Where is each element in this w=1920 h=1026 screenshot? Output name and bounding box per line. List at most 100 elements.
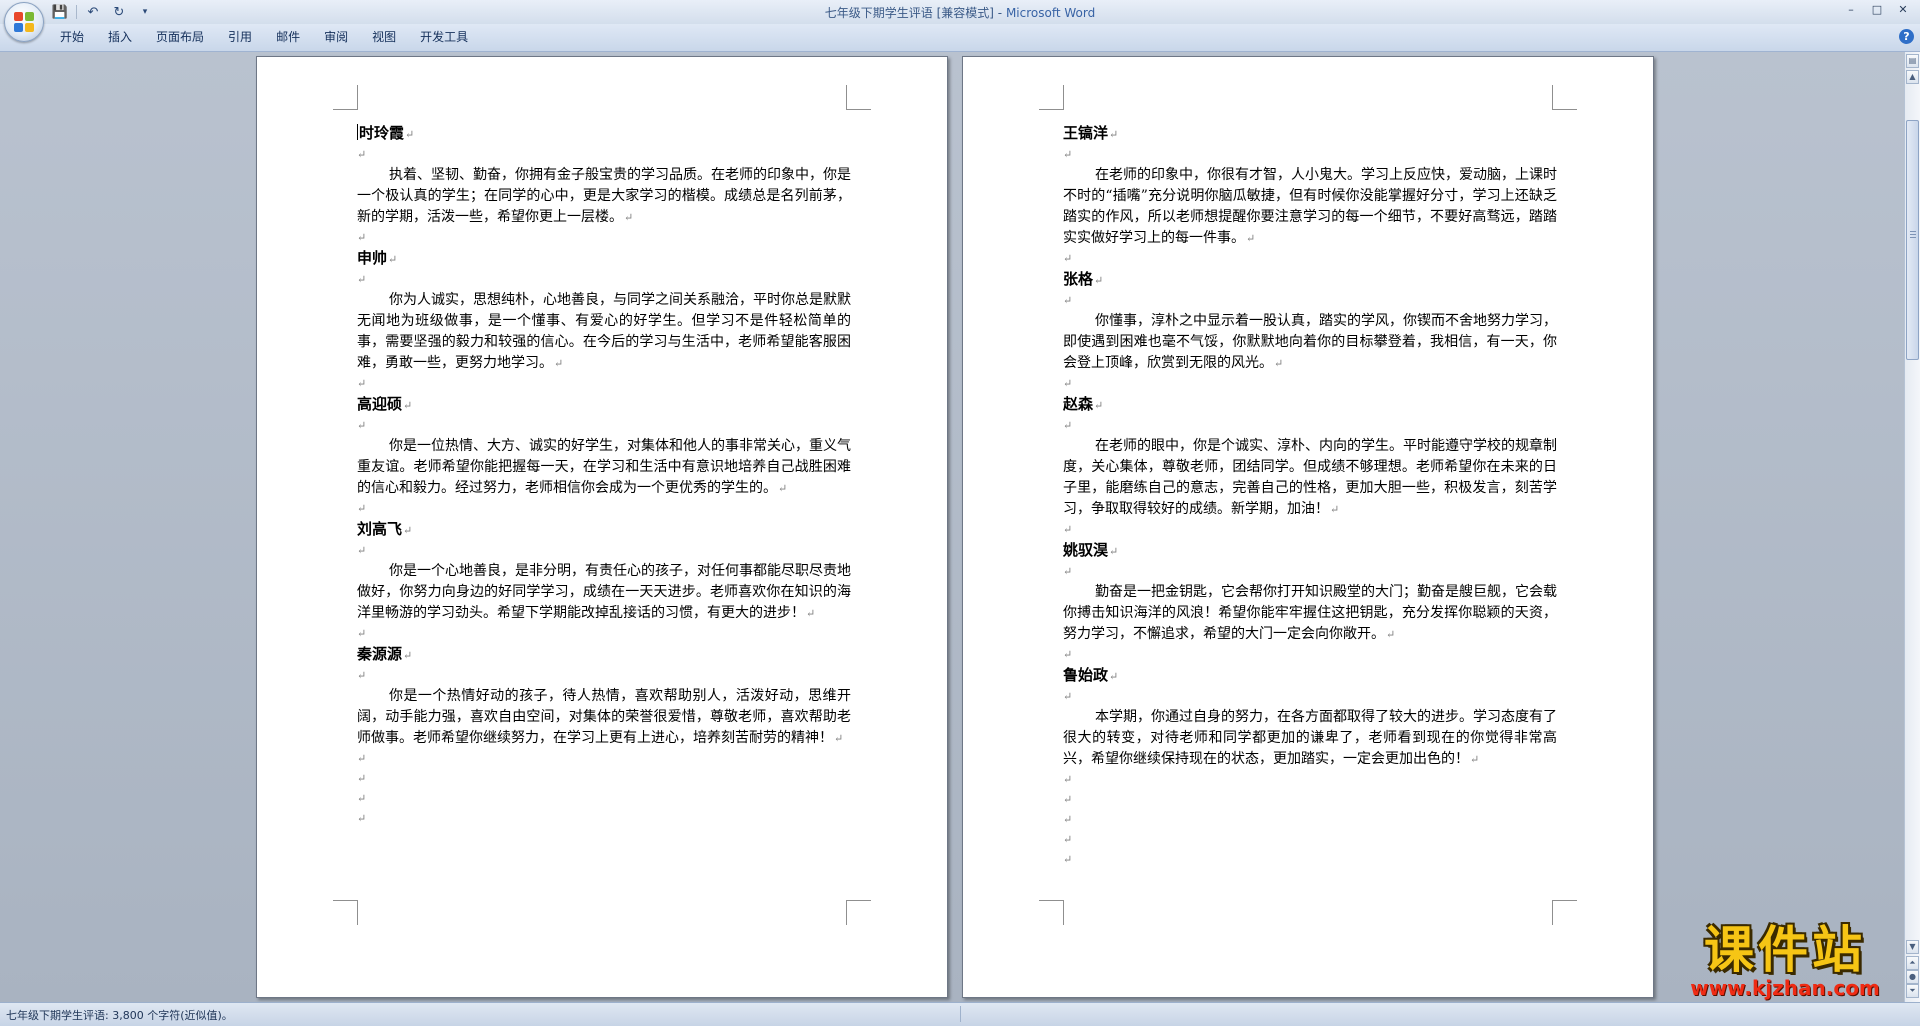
tab-view[interactable]: 视图: [360, 24, 408, 51]
blank-line: ↵: [357, 502, 367, 515]
comment-text: 在老师的眼中，你是个诚实、淳朴、内向的学生。平时能遵守学校的规章制度，关心集体，…: [1063, 438, 1557, 517]
paragraph-mark: ↵: [403, 649, 413, 662]
student-name: 张格↵: [1063, 269, 1557, 291]
crop-mark: [1039, 900, 1064, 925]
comment-paragraph: 你懂事，淳朴之中显示着一股认真，踏实的学风，你锲而不舍地努力学习，即使遇到困难也…: [1063, 311, 1557, 374]
crop-mark: [846, 85, 871, 110]
window-title: 七年级下期学生评语 [兼容模式] - Microsoft Word: [0, 4, 1920, 21]
text-cursor: [357, 124, 358, 140]
comment-text: 你是一位热情、大方、诚实的好学生，对集体和他人的事非常关心，重义气重友谊。老师希…: [357, 438, 851, 496]
student-name-text: 秦源源: [357, 645, 403, 663]
paragraph-mark: ↵: [1386, 628, 1396, 641]
title-separator: -: [993, 6, 1006, 20]
student-name: 赵森↵: [1063, 394, 1557, 416]
document-title: 七年级下期学生评语 [兼容模式]: [824, 6, 994, 20]
blank-line: ↵: [1063, 565, 1073, 578]
minimize-button[interactable]: –: [1838, 0, 1864, 18]
page-text-area[interactable]: 王镐洋↵ ↵ 在老师的印象中，你很有才智，人小鬼大。学习上反应快，爱动脑，上课时…: [1063, 123, 1557, 870]
window-controls: – □ ✕: [1838, 0, 1916, 18]
close-button[interactable]: ✕: [1890, 0, 1916, 18]
paragraph-mark: ↵: [403, 399, 413, 412]
vertical-scrollbar[interactable]: ▤ ▲ ▼ ⏶ ● ⏷: [1904, 52, 1920, 1002]
comment-text: 本学期，你通过自身的努力，在各方面都取得了较大的进步。学习态度有了很大的转变，对…: [1063, 709, 1557, 767]
blank-line: ↵: [357, 231, 367, 244]
blank-line: ↵: [1063, 419, 1073, 432]
blank-line: ↵: [1063, 523, 1073, 536]
paragraph-mark: ↵: [1274, 357, 1284, 370]
document-page-2[interactable]: 王镐洋↵ ↵ 在老师的印象中，你很有才智，人小鬼大。学习上反应快，爱动脑，上课时…: [962, 56, 1654, 998]
student-name: 申帅↵: [357, 248, 851, 270]
office-button[interactable]: [4, 2, 44, 42]
document-workspace: 时玲霞↵ ↵ 执着、坚韧、勤奋，你拥有金子般宝贵的学习品质。在老师的印象中，你是…: [0, 52, 1905, 1002]
comment-text: 在老师的印象中，你很有才智，人小鬼大。学习上反应快，爱动脑，上课时不时的“插嘴”…: [1063, 167, 1557, 246]
comment-paragraph: 你是一个热情好动的孩子，待人热情，喜欢帮助别人，活泼好动，思维开阔，动手能力强，…: [357, 686, 851, 749]
student-name-text: 申帅: [357, 249, 388, 267]
tab-home[interactable]: 开始: [48, 24, 96, 51]
scroll-up-icon[interactable]: ▲: [1906, 70, 1919, 84]
select-browse-object-icon[interactable]: ●: [1906, 970, 1919, 984]
student-name: 高迎硕↵: [357, 394, 851, 416]
paragraph-mark: ↵: [1109, 670, 1119, 683]
student-name-text: 刘高飞: [357, 520, 403, 538]
document-page-1[interactable]: 时玲霞↵ ↵ 执着、坚韧、勤奋，你拥有金子般宝贵的学习品质。在老师的印象中，你是…: [256, 56, 948, 998]
previous-page-icon[interactable]: ⏶: [1906, 956, 1919, 970]
blank-line: ↵: [1063, 690, 1073, 703]
ribbon-tab-bar: 开始 插入 页面布局 引用 邮件 审阅 视图 开发工具 ?: [0, 24, 1920, 52]
blank-line: ↵: [357, 627, 367, 640]
tab-references[interactable]: 引用: [216, 24, 264, 51]
comment-paragraph: 执着、坚韧、勤奋，你拥有金子般宝贵的学习品质。在老师的印象中，你是一个极认真的学…: [357, 165, 851, 228]
crop-mark: [333, 900, 358, 925]
blank-line: ↵: [357, 812, 367, 825]
office-logo-icon: [14, 12, 34, 32]
comment-text: 你懂事，淳朴之中显示着一股认真，踏实的学风，你锲而不舍地努力学习，即使遇到困难也…: [1063, 313, 1557, 371]
blank-line: ↵: [1063, 648, 1073, 661]
comment-text: 执着、坚韧、勤奋，你拥有金子般宝贵的学习品质。在老师的印象中，你是一个极认真的学…: [357, 167, 851, 225]
maximize-button[interactable]: □: [1864, 0, 1890, 18]
blank-line: ↵: [1063, 294, 1073, 307]
page-text-area[interactable]: 时玲霞↵ ↵ 执着、坚韧、勤奋，你拥有金子般宝贵的学习品质。在老师的印象中，你是…: [357, 123, 851, 829]
blank-line: ↵: [357, 752, 367, 765]
paragraph-mark: ↵: [1246, 232, 1256, 245]
student-name: 王镐洋↵: [1063, 123, 1557, 145]
blank-line: ↵: [357, 273, 367, 286]
tab-insert[interactable]: 插入: [96, 24, 144, 51]
comment-paragraph: 本学期，你通过自身的努力，在各方面都取得了较大的进步。学习态度有了很大的转变，对…: [1063, 707, 1557, 770]
comment-paragraph: 你为人诚实，思想纯朴，心地善良，与同学之间关系融洽，平时你总是默默无闻地为班级做…: [357, 290, 851, 374]
comment-paragraph: 勤奋是一把金钥匙，它会帮你打开知识殿堂的大门；勤奋是艘巨舰，它会载你搏击知识海洋…: [1063, 582, 1557, 645]
blank-line: ↵: [1063, 773, 1073, 786]
blank-line: ↵: [357, 544, 367, 557]
comment-text: 你是一个热情好动的孩子，待人热情，喜欢帮助别人，活泼好动，思维开阔，动手能力强，…: [357, 688, 851, 746]
comment-text: 勤奋是一把金钥匙，它会帮你打开知识殿堂的大门；勤奋是艘巨舰，它会载你搏击知识海洋…: [1063, 584, 1557, 642]
paragraph-mark: ↵: [554, 357, 564, 370]
word-count-status[interactable]: 七年级下期学生评语: 3,800 个字符(近似值)。: [6, 1007, 233, 1023]
blank-line: ↵: [1063, 833, 1073, 846]
blank-line: ↵: [357, 772, 367, 785]
watermark-logo-text: 课件站: [1704, 921, 1866, 979]
paragraph-mark: ↵: [403, 524, 413, 537]
tab-page-layout[interactable]: 页面布局: [144, 24, 216, 51]
tab-review[interactable]: 审阅: [312, 24, 360, 51]
tab-mailings[interactable]: 邮件: [264, 24, 312, 51]
scrollbar-thumb[interactable]: [1906, 120, 1919, 360]
paragraph-mark: ↵: [1109, 545, 1119, 558]
comment-text: 你是一个心地善良，是非分明，有责任心的孩子，对任何事都能尽职尽责地做好，你努力向…: [357, 563, 851, 621]
student-name: 时玲霞↵: [357, 123, 851, 145]
comment-paragraph: 你是一个心地善良，是非分明，有责任心的孩子，对任何事都能尽职尽责地做好，你努力向…: [357, 561, 851, 624]
paragraph-mark: ↵: [624, 211, 634, 224]
next-page-icon[interactable]: ⏷: [1906, 984, 1919, 998]
scroll-down-icon[interactable]: ▼: [1906, 940, 1919, 954]
student-name: 刘高飞↵: [357, 519, 851, 541]
title-bar: 💾 ↶ ↻ ▾ 七年级下期学生评语 [兼容模式] - Microsoft Wor…: [0, 0, 1920, 42]
help-icon[interactable]: ?: [1899, 29, 1914, 44]
student-name-text: 鲁始政: [1063, 666, 1109, 684]
blank-line: ↵: [357, 377, 367, 390]
blank-line: ↵: [1063, 813, 1073, 826]
ruler-toggle-icon[interactable]: ▤: [1906, 54, 1919, 68]
tab-developer[interactable]: 开发工具: [408, 24, 480, 51]
ribbon-tabs: 开始 插入 页面布局 引用 邮件 审阅 视图 开发工具: [48, 24, 480, 51]
app-name: Microsoft Word: [1005, 6, 1096, 20]
student-name-text: 王镐洋: [1063, 124, 1109, 142]
student-name: 姚驭淏↵: [1063, 540, 1557, 562]
comment-paragraph: 你是一位热情、大方、诚实的好学生，对集体和他人的事非常关心，重义气重友谊。老师希…: [357, 436, 851, 499]
paragraph-mark: ↵: [1094, 399, 1104, 412]
